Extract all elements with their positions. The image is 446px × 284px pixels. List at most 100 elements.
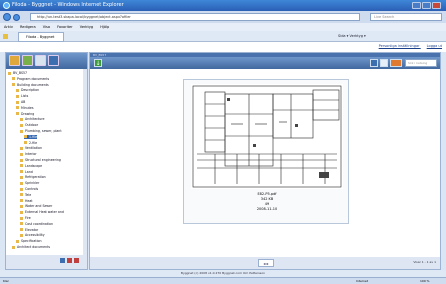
left-panel-toolbar xyxy=(6,53,87,69)
tree-item-label: Cost coordination xyxy=(25,221,53,226)
tree-item[interactable]: Building documents xyxy=(12,83,49,87)
tree-item-label: Description xyxy=(21,88,40,93)
tree-icon[interactable] xyxy=(22,55,33,66)
folder-icon xyxy=(20,123,23,127)
main-toolbar: ↓ Sök i katalog xyxy=(90,57,440,69)
tree-item-label: Ventilation xyxy=(25,146,42,151)
tree-item[interactable]: Landscape xyxy=(20,164,42,168)
tree-item[interactable]: Land xyxy=(20,170,33,174)
favorites-star-icon[interactable] xyxy=(3,34,8,39)
tree-item[interactable]: Accessibility xyxy=(20,233,45,237)
settings-link[interactable]: Personliga inställningar xyxy=(379,44,420,48)
maximize-button[interactable] xyxy=(422,2,431,9)
tree-item[interactable]: Fire xyxy=(20,216,31,220)
tree-item[interactable]: Cost coordination xyxy=(20,222,53,226)
tree-item[interactable]: Heat xyxy=(20,199,33,203)
tree-item-label: Landscape xyxy=(25,163,43,168)
folder-icon xyxy=(20,164,23,168)
tree-item-label: Elevator xyxy=(25,227,39,232)
tree-item-label: Drawing xyxy=(21,111,35,116)
folder-icon xyxy=(12,83,15,87)
tab-filoda[interactable]: Filoda - Byggnet xyxy=(18,32,64,42)
folder-search-input[interactable]: Sök i katalog xyxy=(405,59,437,67)
address-bar[interactable]: http://un-test3.skapa.local/byggnet/obje… xyxy=(30,13,360,21)
tree-item[interactable]: Elevator xyxy=(20,228,38,232)
folder-icon xyxy=(20,193,23,197)
tree-item-label: Building documents xyxy=(17,82,49,87)
tab-row: Filoda - Byggnet Sida ▾ Verktyg ▾ xyxy=(0,31,446,42)
tree-item[interactable]: Controls xyxy=(20,187,38,191)
tree-item[interactable]: Interior xyxy=(20,152,37,156)
browser-tools[interactable]: Sida ▾ Verktyg ▾ xyxy=(338,33,366,40)
page-info: Visar 1 - 1 av 1 xyxy=(413,260,436,264)
view-grid-icon[interactable] xyxy=(370,59,378,67)
folder-icon xyxy=(16,100,19,104)
tree-item[interactable]: Architecture xyxy=(20,117,45,121)
folder-icon xyxy=(20,199,23,203)
tree-item[interactable]: 1-file xyxy=(24,134,38,139)
tree-item-label: Heat xyxy=(25,198,33,203)
home-icon[interactable] xyxy=(9,55,20,66)
browser-search-input[interactable]: Live Search xyxy=(370,13,442,21)
tree-item-label: Outdoor xyxy=(25,123,39,128)
download-button[interactable]: ↓ xyxy=(94,59,102,67)
tree-item[interactable]: Structural engineering xyxy=(20,158,61,162)
tree-item[interactable]: BV_BS57 xyxy=(8,71,27,75)
folder-icon xyxy=(20,170,23,174)
folder-icon xyxy=(20,216,23,220)
back-icon[interactable] xyxy=(3,13,11,21)
tree-item[interactable]: 2-file xyxy=(24,141,37,145)
menu-visa[interactable]: Visa xyxy=(43,25,50,29)
window-title: Filoda - Byggnet - Windows Internet Expl… xyxy=(12,2,124,8)
tree-item[interactable]: Architect documents xyxy=(12,245,50,249)
minimize-button[interactable] xyxy=(412,2,421,9)
left-panel-footer xyxy=(6,255,87,269)
menu-hjalp[interactable]: Hjälp xyxy=(100,25,109,29)
delete-icon[interactable] xyxy=(67,258,72,263)
tree-item[interactable]: Water and Sewer xyxy=(20,204,52,208)
add-icon[interactable] xyxy=(60,258,65,263)
tree-item[interactable]: Specification xyxy=(16,239,41,243)
tree-item[interactable]: Drawing xyxy=(16,112,34,116)
tree-item[interactable]: Ventilation xyxy=(20,146,42,150)
window-title-bar: Filoda - Byggnet - Windows Internet Expl… xyxy=(0,0,446,11)
menu-verktyg[interactable]: Verktyg xyxy=(80,25,93,29)
folder-icon xyxy=(20,204,23,208)
filter-icon[interactable] xyxy=(390,59,402,67)
tree-item[interactable]: Minutes xyxy=(16,106,34,110)
drawing-preview-image xyxy=(191,84,343,189)
tree-item[interactable]: Sprinkler xyxy=(20,181,39,185)
tree-item[interactable]: Outdoor xyxy=(20,123,38,127)
tree-item-label: Plumbing, sewer, plant xyxy=(25,129,62,133)
tree-item[interactable]: Lists xyxy=(16,94,28,98)
logout-link[interactable]: Logga ut xyxy=(427,44,442,48)
remove-icon[interactable] xyxy=(74,258,79,263)
pager: ◂ ▸ Visar 1 - 1 av 1 xyxy=(90,257,440,269)
zoom-level[interactable]: 100 % xyxy=(420,278,430,284)
folder-icon xyxy=(20,228,23,232)
tree-item[interactable]: Tele xyxy=(20,193,31,197)
info-icon[interactable] xyxy=(48,55,59,66)
folder-icon xyxy=(20,187,23,191)
tree-item[interactable]: Plumbing, sewer, plant xyxy=(20,129,62,133)
forward-icon[interactable] xyxy=(13,13,20,21)
file-thumbnail-card[interactable]: E82-P5.pdf 342 KB 49 2008-11-10 xyxy=(183,79,349,224)
folder-icon xyxy=(16,106,19,110)
tree-item[interactable]: AB xyxy=(16,100,25,104)
menu-arkiv[interactable]: Arkiv xyxy=(4,25,13,29)
mail-icon[interactable] xyxy=(35,55,46,66)
tree-item[interactable]: Description xyxy=(16,88,39,92)
view-list-icon[interactable] xyxy=(380,59,388,67)
tree-item[interactable]: Program documents xyxy=(12,77,49,81)
close-button[interactable] xyxy=(432,2,441,9)
tree-item-label: Tele xyxy=(25,192,32,197)
menu-redigera[interactable]: Redigera xyxy=(20,25,36,29)
page-nav-button[interactable]: ◂ ▸ xyxy=(258,259,274,267)
tree-scrollbar[interactable] xyxy=(83,69,87,255)
tree-item-label: Accessibility xyxy=(25,233,45,238)
tree-item-label: BV_BS57 xyxy=(13,71,28,75)
tree-item-label: AB xyxy=(21,100,26,104)
tree-item[interactable]: Refrigeration xyxy=(20,175,46,179)
menu-favoriter[interactable]: Favoriter xyxy=(57,25,72,29)
tree-item[interactable]: External Heat water and xyxy=(20,210,64,214)
